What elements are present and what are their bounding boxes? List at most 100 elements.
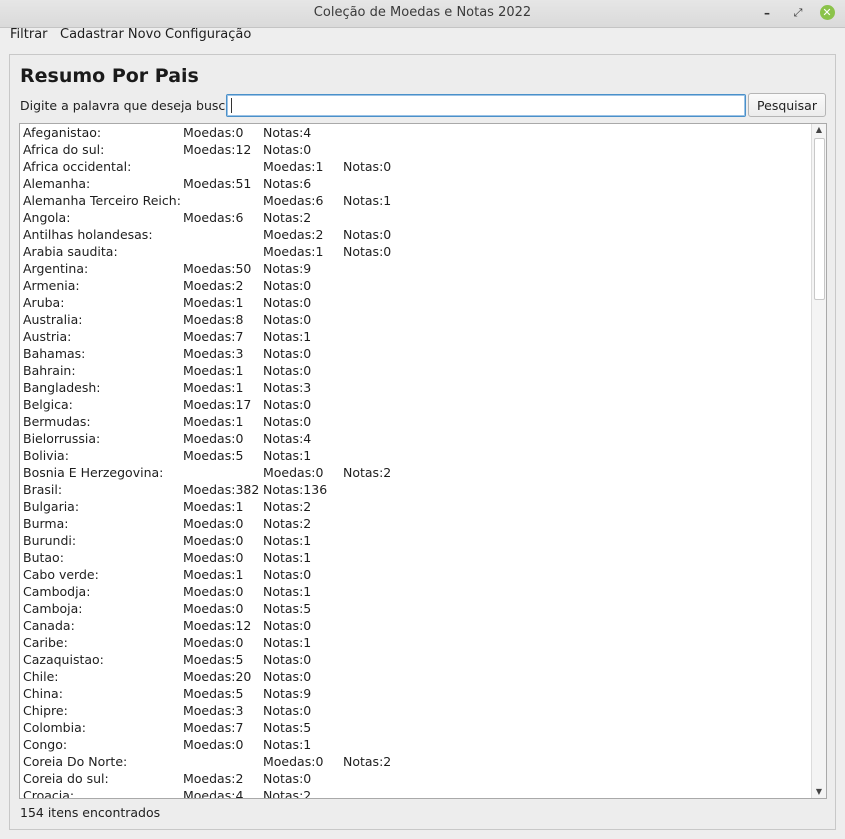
coin-count: Moedas:6 (263, 193, 324, 208)
list-item[interactable]: Argentina: Moedas:50 Notas:9 (20, 260, 808, 277)
list-item[interactable]: Alemanha: Moedas:51 Notas:6 (20, 175, 808, 192)
list-item[interactable]: Angola: Moedas:6 Notas:2 (20, 209, 808, 226)
coin-count: Moedas:2 (183, 278, 244, 293)
country-name: Brasil: (23, 482, 63, 497)
scroll-up-arrow-icon[interactable]: ▲ (812, 124, 826, 136)
coin-count: Moedas:0 (183, 431, 244, 446)
country-name: Congo: (23, 737, 68, 752)
list-item[interactable]: Aruba: Moedas:1 Notas:0 (20, 294, 808, 311)
note-count: Notas:2 (263, 210, 312, 225)
note-count: Notas:136 (263, 482, 328, 497)
list-item[interactable]: Camboja: Moedas:0 Notas:5 (20, 600, 808, 617)
list-item[interactable]: Armenia: Moedas:2 Notas:0 (20, 277, 808, 294)
country-name: Butao: (23, 550, 64, 565)
coin-count: Moedas:1 (183, 363, 244, 378)
scroll-down-arrow-icon[interactable]: ▼ (812, 786, 826, 798)
list-item[interactable]: Chipre: Moedas:3 Notas:0 (20, 702, 808, 719)
country-name: Cazaquistao: (23, 652, 104, 667)
country-name: Angola: (23, 210, 71, 225)
list-item[interactable]: Arabia saudita: Moedas:1 Notas:0 (20, 243, 808, 260)
list-item[interactable]: Bolivia: Moedas:5 Notas:1 (20, 447, 808, 464)
country-name: Bosnia E Herzegovina: (23, 465, 164, 480)
country-name: Chipre: (23, 703, 68, 718)
text-cursor (231, 98, 232, 113)
country-name: Cabo verde: (23, 567, 99, 582)
country-name: Chile: (23, 669, 59, 684)
country-name: Austria: (23, 329, 72, 344)
list-item[interactable]: Coreia Do Norte: Moedas:0 Notas:2 (20, 753, 808, 770)
coin-count: Moedas:5 (183, 448, 244, 463)
list-item[interactable]: Bahamas: Moedas:3 Notas:0 (20, 345, 808, 362)
country-name: China: (23, 686, 63, 701)
list-item[interactable]: Bosnia E Herzegovina: Moedas:0 Notas:2 (20, 464, 808, 481)
coin-count: Moedas:0 (183, 125, 244, 140)
minimize-icon[interactable]: – (758, 4, 776, 22)
list-item[interactable]: Colombia: Moedas:7 Notas:5 (20, 719, 808, 736)
menu-configuracao[interactable]: Configuração (165, 27, 251, 43)
coin-count: Moedas:50 (183, 261, 252, 276)
coin-count: Moedas:3 (183, 346, 244, 361)
vertical-scrollbar[interactable]: ▲ ▼ (811, 124, 826, 798)
list-item[interactable]: Belgica: Moedas:17 Notas:0 (20, 396, 808, 413)
note-count: Notas:0 (263, 397, 312, 412)
country-summary-list[interactable]: Afeganistao: Moedas:0 Notas:4 Africa do sul… (19, 123, 827, 799)
list-item[interactable]: Bermudas: Moedas:1 Notas:0 (20, 413, 808, 430)
list-item[interactable]: Congo: Moedas:0 Notas:1 (20, 736, 808, 753)
list-item[interactable]: Bielorrussia: Moedas:0 Notas:4 (20, 430, 808, 447)
list-item[interactable]: Bangladesh: Moedas:1 Notas:3 (20, 379, 808, 396)
coin-count: Moedas:5 (183, 652, 244, 667)
country-name: Colombia: (23, 720, 86, 735)
country-name: Canada: (23, 618, 75, 633)
list-item[interactable]: Croacia: Moedas:4 Notas:2 (20, 787, 808, 799)
list-item[interactable]: Burma: Moedas:0 Notas:2 (20, 515, 808, 532)
note-count: Notas:1 (263, 550, 312, 565)
page-title: Resumo Por Pais (20, 65, 199, 87)
list-item[interactable]: Burundi: Moedas:0 Notas:1 (20, 532, 808, 549)
note-count: Notas:0 (343, 244, 392, 259)
coin-count: Moedas:7 (183, 720, 244, 735)
search-button[interactable]: Pesquisar (748, 93, 826, 117)
country-name: Afeganistao: (23, 125, 102, 140)
coin-count: Moedas:2 (183, 771, 244, 786)
note-count: Notas:2 (263, 499, 312, 514)
list-item[interactable]: Cambodja: Moedas:0 Notas:1 (20, 583, 808, 600)
list-item[interactable]: Chile: Moedas:20 Notas:0 (20, 668, 808, 685)
list-item[interactable]: Caribe: Moedas:0 Notas:1 (20, 634, 808, 651)
scrollbar-thumb[interactable] (814, 138, 825, 300)
note-count: Notas:2 (343, 754, 392, 769)
list-item[interactable]: China: Moedas:5 Notas:9 (20, 685, 808, 702)
list-item[interactable]: Bulgaria: Moedas:1 Notas:2 (20, 498, 808, 515)
list-item[interactable]: Coreia do sul: Moedas:2 Notas:0 (20, 770, 808, 787)
list-item[interactable]: Alemanha Terceiro Reich: Moedas:6 Notas:1 (20, 192, 808, 209)
list-item[interactable]: Antilhas holandesas: Moedas:2 Notas:0 (20, 226, 808, 243)
list-item[interactable]: Austria: Moedas:7 Notas:1 (20, 328, 808, 345)
coin-count: Moedas:51 (183, 176, 252, 191)
list-item[interactable]: Cabo verde: Moedas:1 Notas:0 (20, 566, 808, 583)
list-item[interactable]: Canada: Moedas:12 Notas:0 (20, 617, 808, 634)
list-item[interactable]: Africa occidental: Moedas:1 Notas:0 (20, 158, 808, 175)
list-item[interactable]: Afeganistao: Moedas:0 Notas:4 (20, 124, 808, 141)
country-name: Antilhas holandesas: (23, 227, 153, 242)
list-item[interactable]: Cazaquistao: Moedas:5 Notas:0 (20, 651, 808, 668)
close-icon[interactable]: ✕ (818, 4, 836, 22)
coin-count: Moedas:0 (183, 550, 244, 565)
menu-cadastrar-novo[interactable]: Cadastrar Novo (60, 27, 161, 43)
coin-count: Moedas:17 (183, 397, 252, 412)
maximize-icon[interactable]: ⤢ (789, 4, 807, 22)
coin-count: Moedas:4 (183, 788, 244, 799)
main-panel: Resumo Por Pais Digite a palavra que des… (9, 54, 836, 830)
note-count: Notas:3 (263, 380, 312, 395)
search-input[interactable] (226, 94, 746, 117)
list-item[interactable]: Brasil: Moedas:382 Notas:136 (20, 481, 808, 498)
country-name: Bangladesh: (23, 380, 101, 395)
menu-filtrar[interactable]: Filtrar (10, 27, 48, 43)
coin-count: Moedas:0 (183, 584, 244, 599)
list-item[interactable]: Africa do sul: Moedas:12 Notas:0 (20, 141, 808, 158)
coin-count: Moedas:382 (183, 482, 260, 497)
coin-count: Moedas:1 (263, 159, 324, 174)
list-item[interactable]: Butao: Moedas:0 Notas:1 (20, 549, 808, 566)
list-item[interactable]: Bahrain: Moedas:1 Notas:0 (20, 362, 808, 379)
note-count: Notas:0 (263, 652, 312, 667)
list-item[interactable]: Australia: Moedas:8 Notas:0 (20, 311, 808, 328)
country-name: Camboja: (23, 601, 83, 616)
